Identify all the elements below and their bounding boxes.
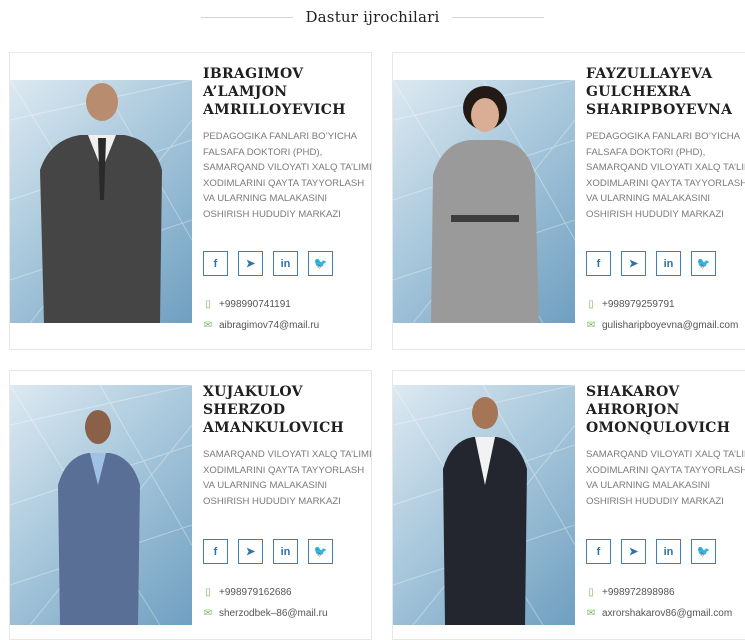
member-description: PEDAGOGIKA FANLARI BO’YICHA FALSAFA DOKT… [586,131,745,220]
phone-icon: ▯ [205,587,211,598]
member-name: IBRAGIMOV A’LAMJON AMRILLOYEVICH [203,66,346,118]
member-email: ✉ gulisharipboyevna@gmail.com [586,320,739,331]
phone-number[interactable]: +998990741191 [219,299,291,310]
member-phone: ▯ +998972898986 [586,587,675,598]
phone-icon: ▯ [588,299,594,310]
twitter-icon[interactable]: 🐦 [691,251,716,276]
member-photo [393,80,575,323]
member-name: SHAKAROV AHRORJON OMONQULOVICH [586,384,731,436]
facebook-icon[interactable]: f [203,539,228,564]
social-links: f ➤ in 🐦 [203,251,333,276]
email-address[interactable]: gulisharipboyevna@gmail.com [602,320,738,331]
social-links: f ➤ in 🐦 [586,539,716,564]
telegram-icon[interactable]: ➤ [238,539,263,564]
member-photo [393,385,575,625]
member-email: ✉ axrorshakarov86@gmail.com [586,608,732,619]
social-links: f ➤ in 🐦 [203,539,333,564]
member-description: SAMARQAND VILOYATI XALQ TA’LIMI XODIMLAR… [203,449,372,507]
member-phone: ▯ +998990741191 [203,299,291,310]
member-name: XUJAKULOV SHERZOD AMANKULOVICH [203,384,345,436]
social-links: f ➤ in 🐦 [586,251,716,276]
envelope-icon: ✉ [586,608,596,619]
member-photo [10,80,192,323]
email-address[interactable]: axrorshakarov86@gmail.com [602,608,732,619]
team-member-card: IBRAGIMOV A’LAMJON AMRILLOYEVICH PEDAGOG… [9,52,372,350]
linkedin-icon[interactable]: in [273,539,298,564]
member-description: PEDAGOGIKA FANLARI BO’YICHA FALSAFA DOKT… [203,131,372,220]
phone-icon: ▯ [588,587,594,598]
telegram-icon[interactable]: ➤ [621,251,646,276]
divider-right [451,16,544,18]
facebook-icon[interactable]: f [203,251,228,276]
team-member-card: SHAKAROV AHRORJON OMONQULOVICH SAMARQAND… [392,370,745,640]
team-member-card: XUJAKULOV SHERZOD AMANKULOVICH SAMARQAND… [9,370,372,640]
divider-left [201,16,294,18]
linkedin-icon[interactable]: in [273,251,298,276]
email-address[interactable]: sherzodbek–86@mail.ru [219,608,328,619]
envelope-icon: ✉ [203,320,213,331]
telegram-icon[interactable]: ➤ [238,251,263,276]
envelope-icon: ✉ [586,320,596,331]
member-phone: ▯ +998979162686 [203,587,292,598]
phone-number[interactable]: +998979162686 [219,587,292,598]
phone-number[interactable]: +998972898986 [602,587,675,598]
team-member-card: FAYZULLAYEVA GULCHEXRA SHARIPBOYEVNA PED… [392,52,745,350]
envelope-icon: ✉ [203,608,213,619]
member-photo [10,385,192,625]
linkedin-icon[interactable]: in [656,251,681,276]
member-email: ✉ aibragimov74@mail.ru [203,320,319,331]
facebook-icon[interactable]: f [586,539,611,564]
member-name: FAYZULLAYEVA GULCHEXRA SHARIPBOYEVNA [586,66,733,118]
facebook-icon[interactable]: f [586,251,611,276]
phone-number[interactable]: +998979259791 [602,299,675,310]
telegram-icon[interactable]: ➤ [621,539,646,564]
linkedin-icon[interactable]: in [656,539,681,564]
twitter-icon[interactable]: 🐦 [691,539,716,564]
phone-icon: ▯ [205,299,211,310]
twitter-icon[interactable]: 🐦 [308,251,333,276]
section-header: Dastur ijrochilari [0,6,745,28]
section-title: Dastur ijrochilari [305,8,440,26]
member-phone: ▯ +998979259791 [586,299,675,310]
twitter-icon[interactable]: 🐦 [308,539,333,564]
member-email: ✉ sherzodbek–86@mail.ru [203,608,328,619]
email-address[interactable]: aibragimov74@mail.ru [219,320,319,331]
member-description: SAMARQAND VILOYATI XALQ TA’LIMI XODIMLAR… [586,449,745,507]
